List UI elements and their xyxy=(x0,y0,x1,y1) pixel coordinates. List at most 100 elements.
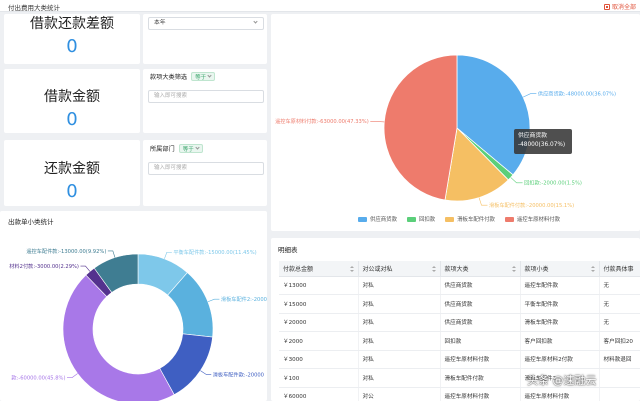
column-header[interactable]: 付款总金额 xyxy=(279,261,359,277)
table-cell: 无 xyxy=(599,294,640,314)
table-cell: 滑板车配件付款 xyxy=(440,368,521,388)
metric-card-loan: 借款金额 0 xyxy=(4,69,140,133)
table-row[interactable]: ￥2000 对私 回扣款 客户回扣款 客户回扣20 xyxy=(279,331,640,351)
reset-all-label: 取消全部 xyxy=(611,4,636,11)
pie-label: 遥控车原材料付款:-63000.00(47.33%) xyxy=(275,117,369,125)
reset-all-button[interactable]: 取消全部 xyxy=(603,2,636,11)
table-cell: 遥控车配件款 xyxy=(520,276,600,295)
donut-label: 材料2付款:-3000.00(2.29%) xyxy=(9,262,79,270)
table-cell: 遥控车原材料付款 xyxy=(440,387,521,401)
metric-label: 还款金额 xyxy=(44,161,100,177)
legend-label: 供应商货款 xyxy=(370,217,397,223)
table-cell: 滑板车配件款 xyxy=(520,313,600,332)
table-header-row: 付款总金额 对公或对私 款项大类 款项小类 付款具体事 xyxy=(279,261,640,277)
column-header[interactable]: 款项小类 xyxy=(520,261,600,277)
column-header[interactable]: 款项大类 xyxy=(440,261,521,277)
table-row[interactable]: ￥20000 对私 供应商货款 滑板车配件款无 xyxy=(279,313,640,332)
table-row[interactable]: ￥13000 对私 供应商货款 遥控车配件款无 xyxy=(279,276,640,295)
legend-item[interactable]: 回扣款 xyxy=(406,215,436,223)
metric-card-difference: 借款还款差额 0 xyxy=(4,14,140,64)
table-cell: 遥控车原材料2付款 xyxy=(520,350,600,369)
donut-label-line xyxy=(67,373,78,378)
table-cell: ￥15000 xyxy=(279,294,359,314)
chevron-down-icon xyxy=(207,73,212,78)
department-operator-dropdown[interactable]: 等于 xyxy=(178,144,203,153)
year-select-value: 本年 xyxy=(154,20,166,26)
table-cell: ￥3000 xyxy=(279,350,359,369)
department-filter-title-row: 所属部门 等于 xyxy=(150,144,203,153)
pie-label-line xyxy=(478,197,488,206)
legend-swatch xyxy=(504,216,514,222)
legend-label: 遥控车原材料付款 xyxy=(516,217,561,223)
legend-label: 回扣款 xyxy=(418,217,436,223)
page-title: 付出费用大类统计 xyxy=(8,4,60,12)
category-operator-dropdown[interactable]: 等于 xyxy=(191,72,216,81)
category-filter-title: 款项大类筛选 xyxy=(150,74,188,81)
column-header[interactable]: 对公或对私 xyxy=(358,261,441,277)
table-cell: 供应商货款 xyxy=(440,294,521,314)
legend-item[interactable]: 遥控车原材料付款 xyxy=(504,215,561,223)
table-cell: 客户回扣20 xyxy=(599,331,640,351)
subcategory-donut-chart: 平衡车配件款:-15000.00(11.45%) 滑板车配件2:-20000 滑板车… xyxy=(9,247,267,401)
donut-label: 滑板车配件款:-20000 xyxy=(213,370,264,378)
donut-label: 滑板车配件2:-20000 xyxy=(221,295,267,303)
donut-slice[interactable] xyxy=(62,274,175,401)
metric-card-repayment: 还款金额 0 xyxy=(4,140,140,206)
table-cell: 对私 xyxy=(358,294,441,314)
table-cell: 无 xyxy=(599,313,640,332)
table-cell: 回扣款 xyxy=(440,331,521,351)
sort-icon[interactable] xyxy=(511,266,516,272)
pie-slice[interactable] xyxy=(383,54,458,201)
table-cell: 对私 xyxy=(358,276,441,295)
pie-label: 回扣款:-2000.00(1.5%) xyxy=(524,179,582,187)
tooltip-value: -48000(36.07%) xyxy=(518,142,566,148)
category-search-input[interactable]: 输入即可搜索 xyxy=(148,90,264,103)
table-cell: 供应商货款 xyxy=(440,313,521,332)
table-row[interactable]: ￥3000 对私 遥控车原材料付款 遥控车原材料2付款 材料款退回 xyxy=(279,350,640,369)
year-select[interactable]: 本年 xyxy=(148,17,264,30)
donut-label-line xyxy=(107,250,116,258)
table-cell: 平衡车配件款 xyxy=(520,294,600,314)
table-row[interactable]: ￥60000 对公 遥控车原材料付款 遥控车原材料付款 xyxy=(279,387,640,401)
table-cell: 对私 xyxy=(358,331,441,351)
table-cell: 供应商货款 xyxy=(440,276,521,295)
table-cell: 遥控车原材料付款 xyxy=(520,387,600,401)
column-header[interactable]: 付款具体事 xyxy=(599,261,640,277)
table-cell: 客户回扣款 xyxy=(520,331,600,351)
metric-value: 0 xyxy=(66,36,78,57)
legend-item[interactable]: 滑板车配件付款 xyxy=(445,215,495,223)
table-cell: 对私 xyxy=(358,313,441,332)
table-cell: 无 xyxy=(599,276,640,295)
table-cell: ￥60000 xyxy=(279,387,359,401)
donut-label-line xyxy=(80,265,91,272)
table-row[interactable]: ￥15000 对私 供应商货款 平衡车配件款无 xyxy=(279,294,640,314)
sort-icon[interactable] xyxy=(431,266,436,272)
sort-icon[interactable] xyxy=(349,266,354,272)
department-filter-title: 所属部门 xyxy=(150,146,175,153)
table-cell: 对公 xyxy=(358,387,441,401)
table-cell: 材料款退回 xyxy=(599,350,640,369)
pie-label-line xyxy=(510,177,523,184)
operator-label: 等于 xyxy=(182,146,194,153)
table-cell: 对私 xyxy=(358,350,441,369)
legend-swatch xyxy=(406,216,416,222)
table-cell: 遥控车原材料付款 xyxy=(440,350,521,369)
table-cell: ￥100 xyxy=(279,368,359,388)
table-cell: 对私 xyxy=(358,368,441,388)
legend-label: 滑板车配件付款 xyxy=(457,217,495,223)
sort-icon[interactable] xyxy=(590,266,595,272)
chevron-down-icon xyxy=(195,145,200,150)
donut-label: 遥控车配件款:-13000.00(9.92%) xyxy=(26,247,106,255)
watermark: 头条 @速融云 xyxy=(527,374,597,387)
donut-label: 款:-60000.00(45.8%) xyxy=(11,373,65,381)
metric-label: 借款还款差额 xyxy=(30,16,114,32)
table-cell xyxy=(599,368,640,388)
metric-label: 借款金额 xyxy=(44,89,100,105)
donut-label-line xyxy=(207,298,220,303)
metric-value: 0 xyxy=(66,109,78,130)
donut-label: 平衡车配件款:-15000.00(11.45%) xyxy=(173,248,256,256)
legend-swatch xyxy=(445,216,455,222)
operator-label: 等于 xyxy=(195,74,207,81)
legend-item[interactable]: 供应商货款 xyxy=(358,215,397,223)
department-search-input[interactable]: 输入即可搜索 xyxy=(148,162,264,175)
